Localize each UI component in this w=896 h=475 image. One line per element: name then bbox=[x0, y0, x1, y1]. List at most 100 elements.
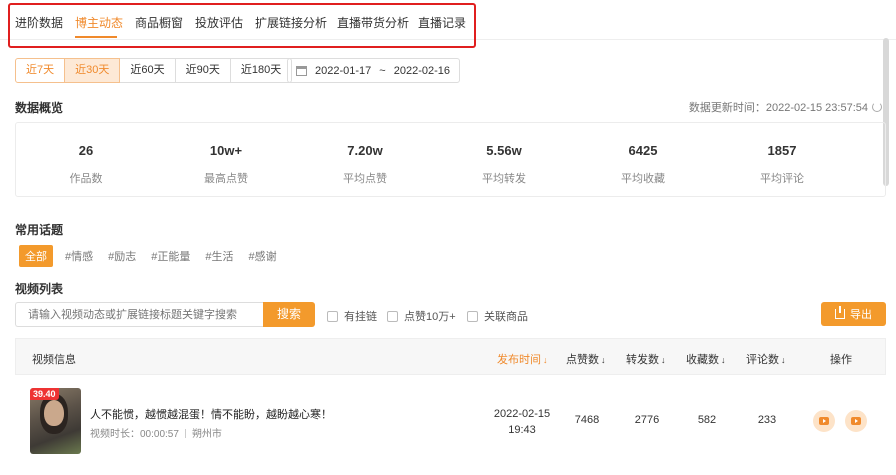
publish-clock: 19:43 bbox=[508, 424, 536, 436]
col-publish-time[interactable]: 发布时间 ↓ bbox=[497, 351, 548, 367]
stat-value: 26 bbox=[78, 143, 94, 158]
play-icon[interactable] bbox=[813, 410, 835, 432]
search-button[interactable]: 搜索 bbox=[263, 302, 315, 327]
topic-item[interactable]: #情感 bbox=[65, 248, 93, 264]
likes-count: 7468 bbox=[574, 414, 600, 426]
col-video-info: 视频信息 bbox=[32, 354, 76, 366]
topic-item[interactable]: #励志 bbox=[108, 248, 136, 264]
checkbox[interactable] bbox=[467, 310, 478, 322]
filter-label: 关联商品 bbox=[484, 311, 528, 323]
sort-icon: ↓ bbox=[601, 355, 606, 365]
tab-product-window[interactable]: 商品橱窗 bbox=[135, 14, 183, 31]
video-list-title: 视频列表 bbox=[15, 282, 64, 296]
video-duration: 视频时长：00:00:57 bbox=[90, 429, 179, 440]
topic-all[interactable]: 全部 bbox=[19, 245, 53, 267]
col-label: 发布时间 bbox=[497, 354, 541, 366]
range-180-days[interactable]: 近180天 bbox=[229, 58, 293, 83]
sort-icon: ↓ bbox=[721, 355, 726, 365]
filter-linked-product[interactable]: 关联商品 bbox=[467, 308, 528, 324]
topic-item[interactable]: #感谢 bbox=[249, 248, 277, 264]
stat-label: 平均转发 bbox=[482, 173, 526, 185]
stat-label: 最高点赞 bbox=[204, 173, 248, 185]
tab-live-records[interactable]: 直播记录 bbox=[418, 14, 466, 31]
video-meta: 视频时长：00:00:57 朔州市 bbox=[90, 425, 222, 440]
video-glyph bbox=[851, 417, 861, 425]
stat-avg-shares: 5.56w 平均转发 bbox=[434, 143, 574, 186]
video-title[interactable]: 人不能惯，越惯越混蛋！情不能盼，越盼越心寒！ bbox=[90, 406, 332, 422]
video-icon[interactable] bbox=[845, 410, 867, 432]
range-7-days[interactable]: 近7天 bbox=[15, 58, 66, 83]
stat-works: 26 作品数 bbox=[16, 143, 156, 186]
publish-date: 2022-02-15 bbox=[493, 408, 551, 420]
stat-label: 平均收藏 bbox=[621, 173, 665, 185]
export-button[interactable]: 导出 bbox=[821, 302, 886, 326]
date-end: 2022-02-16 bbox=[393, 64, 450, 77]
col-label: 收藏数 bbox=[686, 354, 719, 366]
topics-title: 常用话题 bbox=[15, 223, 64, 237]
top-nav: 进阶数据 博主动态 商品橱窗 投放评估 扩展链接分析 直播带货分析 直播记录 bbox=[0, 0, 896, 40]
topic-item[interactable]: #生活 bbox=[205, 248, 233, 264]
filter-likes-100k[interactable]: 点赞10万+ bbox=[387, 308, 456, 324]
video-thumbnail[interactable]: 39.40 bbox=[30, 388, 81, 454]
date-start: 2022-01-17 bbox=[315, 64, 372, 77]
stat-avg-favorites: 6425 平均收藏 bbox=[573, 143, 713, 186]
topic-item[interactable]: #正能量 bbox=[151, 248, 190, 264]
col-label: 转发数 bbox=[626, 354, 659, 366]
range-30-days[interactable]: 近30天 bbox=[64, 58, 121, 83]
table-header: 视频信息 发布时间 ↓ 点赞数 ↓ 转发数 ↓ 收藏数 ↓ 评论数 ↓ 操作 bbox=[15, 338, 886, 375]
stat-value: 6425 bbox=[628, 143, 658, 158]
filter-label: 点赞10万+ bbox=[404, 311, 456, 323]
stat-avg-likes: 7.20w 平均点赞 bbox=[295, 143, 435, 186]
sort-icon: ↓ bbox=[661, 355, 666, 365]
col-comments[interactable]: 评论数 ↓ bbox=[746, 351, 786, 367]
col-favorites[interactable]: 收藏数 ↓ bbox=[686, 351, 726, 367]
tab-advanced-data[interactable]: 进阶数据 bbox=[15, 14, 63, 31]
favorites-count: 582 bbox=[697, 414, 717, 426]
checkbox[interactable] bbox=[387, 310, 398, 322]
col-actions: 操作 bbox=[830, 354, 852, 366]
export-label: 导出 bbox=[850, 309, 872, 321]
date-range-chips: 近7天 近30天 近60天 近90天 近180天 bbox=[15, 58, 293, 83]
date-picker[interactable]: 2022-01-17 ~ 2022-02-16 bbox=[287, 58, 460, 83]
col-label: 评论数 bbox=[746, 354, 779, 366]
publish-time: 2022-02-15 19:43 bbox=[487, 406, 557, 438]
filter-has-link[interactable]: 有挂链 bbox=[327, 308, 377, 324]
date-separator: ~ bbox=[379, 64, 386, 77]
update-time-text: 数据更新时间：2022-02-15 23:57:54 bbox=[688, 102, 868, 114]
stat-avg-comments: 1857 平均评论 bbox=[712, 143, 852, 186]
calendar-icon bbox=[296, 65, 307, 76]
thumbnail-face bbox=[44, 400, 64, 426]
col-likes[interactable]: 点赞数 ↓ bbox=[566, 351, 606, 367]
video-location: 朔州市 bbox=[191, 429, 222, 440]
shares-count: 2776 bbox=[634, 414, 660, 426]
sort-icon: ↓ bbox=[781, 355, 786, 365]
tab-link-analysis[interactable]: 扩展链接分析 bbox=[255, 14, 327, 31]
stat-value: 10w+ bbox=[209, 143, 243, 158]
overview-title: 数据概览 bbox=[15, 101, 64, 115]
col-shares[interactable]: 转发数 ↓ bbox=[626, 351, 666, 367]
stat-value: 1857 bbox=[767, 143, 797, 158]
comments-count: 233 bbox=[757, 414, 777, 426]
tab-blogger-activity[interactable]: 博主动态 bbox=[75, 14, 123, 31]
filter-label: 有挂链 bbox=[344, 311, 377, 323]
col-label: 点赞数 bbox=[566, 354, 599, 366]
play-glyph bbox=[819, 417, 829, 425]
tab-live-sales[interactable]: 直播带货分析 bbox=[337, 14, 409, 31]
active-tab-underline bbox=[75, 36, 117, 38]
stat-value: 5.56w bbox=[486, 143, 522, 158]
update-time: 数据更新时间：2022-02-15 23:57:54 bbox=[689, 99, 882, 115]
upload-icon bbox=[835, 306, 845, 319]
range-90-days[interactable]: 近90天 bbox=[174, 58, 231, 83]
stats-panel: 26 作品数 10w+ 最高点赞 7.20w 平均点赞 5.56w 平均转发 6… bbox=[15, 122, 886, 197]
stat-value: 7.20w bbox=[347, 143, 383, 158]
tab-ad-evaluation[interactable]: 投放评估 bbox=[195, 14, 243, 31]
stat-label: 平均点赞 bbox=[343, 173, 387, 185]
search-input[interactable] bbox=[15, 302, 263, 327]
score-badge: 39.40 bbox=[30, 388, 59, 400]
range-60-days[interactable]: 近60天 bbox=[119, 58, 176, 83]
sort-icon: ↓ bbox=[543, 355, 548, 365]
table-row: 39.40 人不能惯，越惯越混蛋！情不能盼，越盼越心寒！ 视频时长：00:00:… bbox=[15, 376, 886, 475]
stat-max-likes: 10w+ 最高点赞 bbox=[156, 143, 296, 186]
refresh-icon[interactable] bbox=[872, 102, 882, 112]
checkbox[interactable] bbox=[327, 310, 338, 322]
